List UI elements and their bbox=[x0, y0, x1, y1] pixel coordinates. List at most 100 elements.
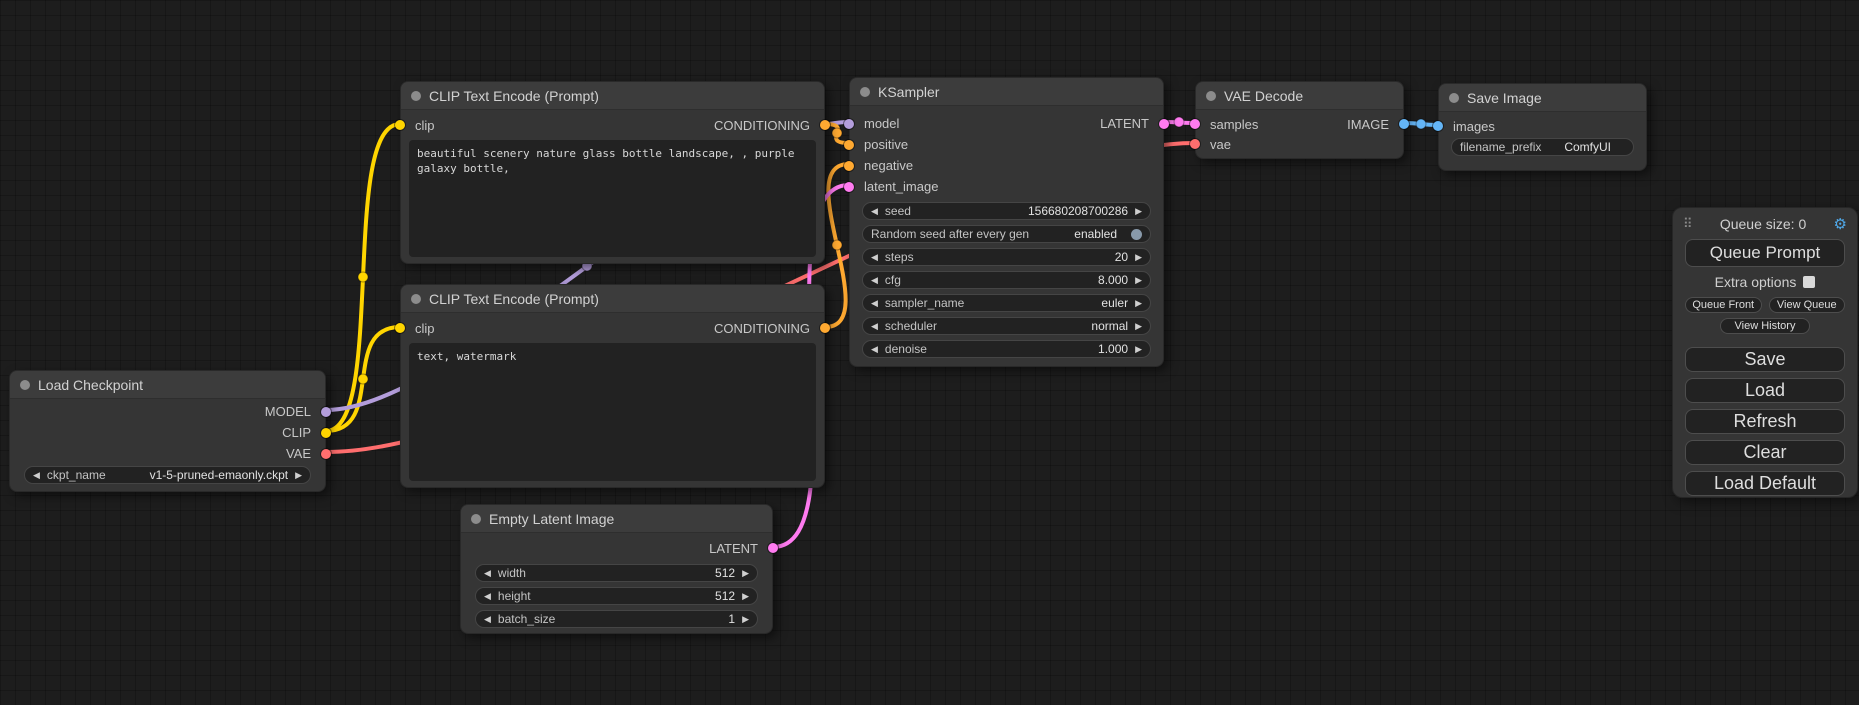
batch-size-widget[interactable]: ◀ batch_size 1 ▶ bbox=[475, 610, 758, 628]
input-slot-label: model bbox=[850, 116, 899, 131]
clear-button[interactable]: Clear bbox=[1685, 440, 1845, 465]
decrement-arrow-icon[interactable]: ◀ bbox=[871, 253, 878, 262]
increment-arrow-icon[interactable]: ▶ bbox=[1135, 253, 1142, 262]
empty-latent-image-node[interactable]: Empty Latent Image LATENT ◀ width 512 ▶ … bbox=[460, 504, 773, 634]
clip-text-encode-positive-node[interactable]: CLIP Text Encode (Prompt) clip CONDITION… bbox=[400, 81, 825, 264]
seed-widget[interactable]: ◀ seed 156680208700286 ▶ bbox=[862, 202, 1151, 220]
decrement-arrow-icon[interactable]: ◀ bbox=[871, 276, 878, 285]
widget-label: seed bbox=[885, 204, 911, 218]
view-history-button[interactable]: View History bbox=[1720, 318, 1810, 334]
settings-gear-icon[interactable]: ⚙ bbox=[1834, 215, 1847, 233]
decrement-arrow-icon[interactable]: ◀ bbox=[871, 207, 878, 216]
node-title-bar[interactable]: VAE Decode bbox=[1196, 82, 1403, 110]
vae-input-slot[interactable] bbox=[1190, 139, 1200, 149]
drag-handle-icon[interactable]: ⠿ bbox=[1683, 216, 1693, 232]
decrement-arrow-icon[interactable]: ◀ bbox=[871, 322, 878, 331]
load-button[interactable]: Load bbox=[1685, 378, 1845, 403]
samples-input-slot[interactable] bbox=[1190, 119, 1200, 129]
prompt-textarea[interactable]: beautiful scenery nature glass bottle la… bbox=[409, 140, 816, 257]
node-title: Load Checkpoint bbox=[38, 377, 143, 393]
node-title-bar[interactable]: Save Image bbox=[1439, 84, 1646, 112]
node-title-bar[interactable]: Load Checkpoint bbox=[10, 371, 325, 399]
model-output-slot[interactable] bbox=[321, 407, 331, 417]
node-title: VAE Decode bbox=[1224, 88, 1303, 104]
widget-value: 156680208700286 bbox=[1028, 204, 1128, 218]
slot-row: CLIP bbox=[10, 422, 325, 443]
queue-prompt-button[interactable]: Queue Prompt bbox=[1685, 239, 1845, 267]
increment-arrow-icon[interactable]: ▶ bbox=[1135, 345, 1142, 354]
steps-widget[interactable]: ◀ steps 20 ▶ bbox=[862, 248, 1151, 266]
widget-value: ComfyUI bbox=[1564, 140, 1625, 154]
cfg-widget[interactable]: ◀ cfg 8.000 ▶ bbox=[862, 271, 1151, 289]
node-title-bar[interactable]: CLIP Text Encode (Prompt) bbox=[401, 82, 824, 110]
toggle-knob-icon[interactable] bbox=[1131, 229, 1142, 240]
conditioning-output-slot[interactable] bbox=[820, 323, 830, 333]
increment-arrow-icon[interactable]: ▶ bbox=[1135, 207, 1142, 216]
link-midpoint-dot bbox=[358, 272, 368, 282]
increment-arrow-icon[interactable]: ▶ bbox=[1135, 322, 1142, 331]
model-input-slot[interactable] bbox=[844, 119, 854, 129]
collapse-dot-icon[interactable] bbox=[860, 87, 870, 97]
height-widget[interactable]: ◀ height 512 ▶ bbox=[475, 587, 758, 605]
scheduler-widget[interactable]: ◀ scheduler normal ▶ bbox=[862, 317, 1151, 335]
images-input-slot[interactable] bbox=[1433, 121, 1443, 131]
decrement-arrow-icon[interactable]: ◀ bbox=[33, 471, 40, 480]
prompt-textarea[interactable]: text, watermark bbox=[409, 343, 816, 481]
image-output-slot[interactable] bbox=[1399, 119, 1409, 129]
load-default-button[interactable]: Load Default bbox=[1685, 471, 1845, 496]
decrement-arrow-icon[interactable]: ◀ bbox=[871, 345, 878, 354]
latent-image-input-slot[interactable] bbox=[844, 182, 854, 192]
save-image-node[interactable]: Save Image images filename_prefix ComfyU… bbox=[1438, 83, 1647, 171]
queue-size-label: Queue size: 0 bbox=[1699, 216, 1828, 232]
queue-front-button[interactable]: Queue Front bbox=[1685, 297, 1762, 313]
slot-row: LATENT bbox=[461, 537, 772, 559]
latent-output-slot[interactable] bbox=[1159, 119, 1169, 129]
increment-arrow-icon[interactable]: ▶ bbox=[742, 569, 749, 578]
view-queue-button[interactable]: View Queue bbox=[1769, 297, 1846, 313]
refresh-button[interactable]: Refresh bbox=[1685, 409, 1845, 434]
conditioning-output-slot[interactable] bbox=[820, 120, 830, 130]
decrement-arrow-icon[interactable]: ◀ bbox=[871, 299, 878, 308]
filename-prefix-widget[interactable]: filename_prefix ComfyUI bbox=[1451, 138, 1634, 156]
vae-decode-node[interactable]: VAE Decode samples IMAGE vae bbox=[1195, 81, 1404, 159]
decrement-arrow-icon[interactable]: ◀ bbox=[484, 615, 491, 624]
extra-options-checkbox[interactable] bbox=[1803, 276, 1815, 288]
random-seed-toggle-widget[interactable]: Random seed after every gen enabled bbox=[862, 225, 1151, 243]
vae-output-slot[interactable] bbox=[321, 449, 331, 459]
collapse-dot-icon[interactable] bbox=[411, 91, 421, 101]
slot-row: vae bbox=[1196, 134, 1403, 154]
denoise-widget[interactable]: ◀ denoise 1.000 ▶ bbox=[862, 340, 1151, 358]
decrement-arrow-icon[interactable]: ◀ bbox=[484, 592, 491, 601]
increment-arrow-icon[interactable]: ▶ bbox=[295, 471, 302, 480]
load-checkpoint-node[interactable]: Load Checkpoint MODEL CLIP VAE ◀ ckpt_na… bbox=[9, 370, 326, 492]
node-title-bar[interactable]: Empty Latent Image bbox=[461, 505, 772, 533]
widget-value: euler bbox=[1101, 296, 1128, 310]
clip-input-slot[interactable] bbox=[395, 323, 405, 333]
clip-input-slot[interactable] bbox=[395, 120, 405, 130]
increment-arrow-icon[interactable]: ▶ bbox=[1135, 299, 1142, 308]
decrement-arrow-icon[interactable]: ◀ bbox=[484, 569, 491, 578]
node-graph-canvas[interactable]: Load Checkpoint MODEL CLIP VAE ◀ ckpt_na… bbox=[0, 0, 1859, 705]
input-slot-label: latent_image bbox=[850, 179, 938, 194]
clip-text-encode-negative-node[interactable]: CLIP Text Encode (Prompt) clip CONDITION… bbox=[400, 284, 825, 488]
increment-arrow-icon[interactable]: ▶ bbox=[742, 615, 749, 624]
node-title-bar[interactable]: KSampler bbox=[850, 78, 1163, 106]
collapse-dot-icon[interactable] bbox=[20, 380, 30, 390]
collapse-dot-icon[interactable] bbox=[411, 294, 421, 304]
positive-input-slot[interactable] bbox=[844, 140, 854, 150]
latent-output-slot[interactable] bbox=[768, 543, 778, 553]
save-button[interactable]: Save bbox=[1685, 347, 1845, 372]
collapse-dot-icon[interactable] bbox=[1206, 91, 1216, 101]
increment-arrow-icon[interactable]: ▶ bbox=[742, 592, 749, 601]
sampler-name-widget[interactable]: ◀ sampler_name euler ▶ bbox=[862, 294, 1151, 312]
increment-arrow-icon[interactable]: ▶ bbox=[1135, 276, 1142, 285]
negative-input-slot[interactable] bbox=[844, 161, 854, 171]
node-title: Empty Latent Image bbox=[489, 511, 614, 527]
collapse-dot-icon[interactable] bbox=[1449, 93, 1459, 103]
ksampler-node[interactable]: KSampler model LATENT positive negative … bbox=[849, 77, 1164, 367]
collapse-dot-icon[interactable] bbox=[471, 514, 481, 524]
clip-output-slot[interactable] bbox=[321, 428, 331, 438]
width-widget[interactable]: ◀ width 512 ▶ bbox=[475, 564, 758, 582]
ckpt-name-widget[interactable]: ◀ ckpt_name v1-5-pruned-emaonly.ckpt ▶ bbox=[24, 466, 311, 484]
node-title-bar[interactable]: CLIP Text Encode (Prompt) bbox=[401, 285, 824, 313]
